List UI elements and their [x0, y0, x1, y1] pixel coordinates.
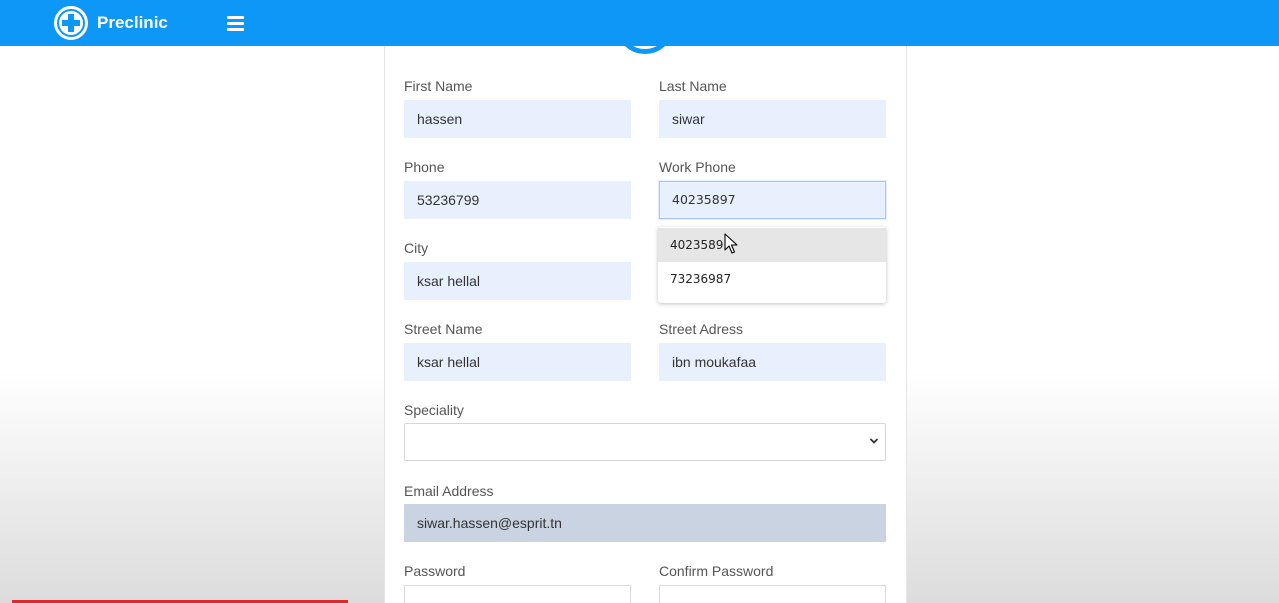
work-phone-label: Work Phone: [659, 159, 736, 175]
autocomplete-dropdown: 40235897 73236987: [658, 227, 886, 303]
work-phone-input[interactable]: 40235897: [659, 181, 886, 219]
autocomplete-option[interactable]: 40235897: [658, 228, 886, 262]
hamburger-menu-icon[interactable]: [226, 14, 246, 32]
chevron-down-icon: [869, 438, 879, 444]
street-name-input[interactable]: ksar hellal: [404, 343, 631, 381]
first-name-label: First Name: [404, 78, 473, 94]
confirm-password-label: Confirm Password: [659, 563, 774, 579]
phone-label: Phone: [404, 159, 445, 175]
last-name-label: Last Name: [659, 78, 727, 94]
password-label: Password: [404, 563, 466, 579]
city-label: City: [404, 240, 429, 256]
brand-name[interactable]: Preclinic: [97, 12, 168, 34]
email-input[interactable]: siwar.hassen@esprit.tn: [404, 504, 886, 542]
speciality-select[interactable]: [404, 423, 886, 461]
mouse-cursor-icon: [724, 233, 738, 254]
top-navbar: Preclinic: [0, 0, 1279, 46]
password-input[interactable]: [404, 585, 631, 603]
autocomplete-option[interactable]: 73236987: [658, 262, 886, 296]
confirm-password-input[interactable]: [659, 585, 886, 603]
phone-input[interactable]: 53236799: [404, 181, 631, 219]
street-name-label: Street Name: [404, 321, 483, 337]
street-address-input[interactable]: ibn moukafaa: [659, 343, 886, 381]
street-address-label: Street Adress: [659, 321, 744, 337]
last-name-input[interactable]: siwar: [659, 100, 886, 138]
first-name-input[interactable]: hassen: [404, 100, 631, 138]
plus-circle-icon[interactable]: [54, 6, 88, 40]
email-label: Email Address: [404, 483, 494, 499]
speciality-label: Speciality: [404, 402, 464, 418]
city-input[interactable]: ksar hellal: [404, 262, 631, 300]
